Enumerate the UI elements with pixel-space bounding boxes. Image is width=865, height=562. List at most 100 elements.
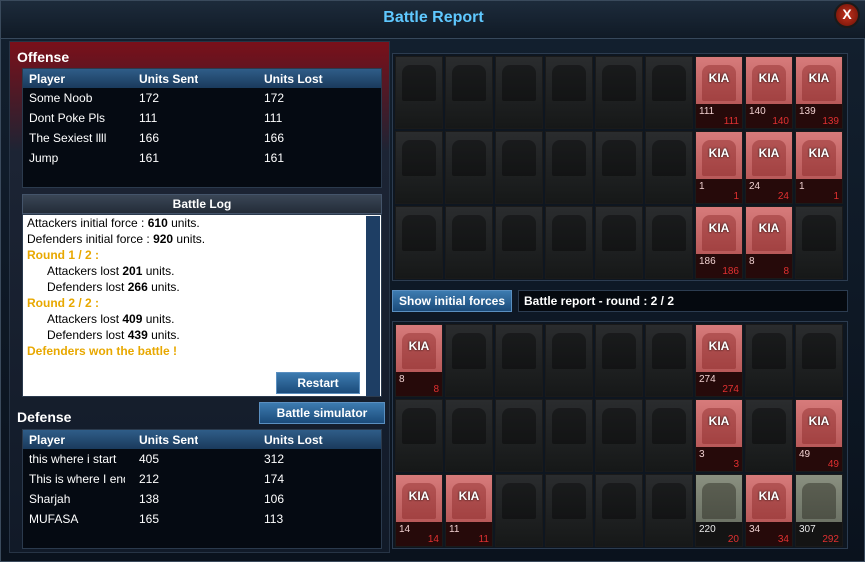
battle-simulator-button[interactable]: Battle simulator	[259, 402, 385, 424]
unit-silhouette-icon	[652, 333, 686, 369]
unit-cell[interactable]: 220 20	[695, 474, 743, 547]
units-lost-count: 34	[777, 534, 789, 545]
unit-silhouette-icon	[552, 333, 586, 369]
unit-cell[interactable]	[545, 474, 593, 547]
kia-label: KIA	[808, 71, 830, 85]
unit-silhouette-icon	[552, 408, 586, 444]
offense-table-header: Player Units Sent Units Lost	[23, 69, 381, 88]
unit-cell[interactable]	[495, 56, 543, 129]
unit-cell[interactable]	[645, 474, 693, 547]
unit-cell[interactable]: KIA 1 1	[695, 131, 743, 204]
unit-cell[interactable]	[545, 131, 593, 204]
unit-cell[interactable]	[595, 399, 643, 472]
unit-cell[interactable]: KIA 111 111	[695, 56, 743, 129]
table-row[interactable]: this where i start 405 312	[23, 449, 381, 469]
unit-cell[interactable]: 307 292	[795, 474, 843, 547]
player-name: This is where I end	[29, 472, 125, 486]
unit-cell[interactable]: KIA 1 1	[795, 131, 843, 204]
unit-cell[interactable]: KIA 8 8	[745, 206, 793, 279]
show-initial-forces-button[interactable]: Show initial forces	[392, 290, 512, 312]
table-row[interactable]: The Sexiest llll 166 166	[23, 128, 381, 148]
unit-cell[interactable]	[495, 324, 543, 397]
unit-cell[interactable]	[595, 474, 643, 547]
unit-cell[interactable]	[445, 131, 493, 204]
unit-cell[interactable]: KIA 3 3	[695, 399, 743, 472]
unit-grids-panel: KIA 111 111 KIA 140 140 KIA 139 139 KIA 1 1 KIA 24 24 K…	[392, 53, 848, 549]
log-value: 920	[153, 232, 174, 246]
units-sent-count: 8	[399, 374, 405, 385]
unit-cell[interactable]	[445, 206, 493, 279]
unit-cell[interactable]	[445, 324, 493, 397]
unit-cell[interactable]	[645, 131, 693, 204]
log-line: Defenders lost 439 units.	[47, 328, 180, 342]
unit-cell[interactable]	[495, 399, 543, 472]
log-suffix: units.	[167, 216, 200, 230]
log-suffix: :	[91, 248, 100, 262]
unit-cell[interactable]	[645, 399, 693, 472]
table-row[interactable]: Some Noob 172 172	[23, 88, 381, 108]
unit-cell[interactable]: KIA 186 186	[695, 206, 743, 279]
unit-cell[interactable]: KIA 49 49	[795, 399, 843, 472]
unit-cell[interactable]	[395, 206, 443, 279]
unit-cell[interactable]	[495, 131, 543, 204]
table-row[interactable]: Sharjah 138 106	[23, 489, 381, 509]
log-text: Defenders initial force :	[27, 232, 154, 246]
units-sent-count: 139	[799, 106, 816, 117]
unit-cell[interactable]	[445, 56, 493, 129]
unit-cell[interactable]	[795, 324, 843, 397]
units-sent-count: 3	[699, 449, 705, 460]
unit-cell[interactable]: KIA 139 139	[795, 56, 843, 129]
unit-silhouette-icon	[452, 333, 486, 369]
unit-cell[interactable]	[545, 324, 593, 397]
unit-cell[interactable]: KIA 34 34	[745, 474, 793, 547]
unit-silhouette-icon	[602, 408, 636, 444]
unit-cell[interactable]	[545, 56, 593, 129]
unit-cell[interactable]	[445, 399, 493, 472]
units-lost-count: 20	[727, 534, 739, 545]
units-lost: 111	[264, 111, 283, 125]
round-bar: Show initial forces Battle report - roun…	[392, 290, 848, 312]
unit-cell[interactable]	[395, 56, 443, 129]
kia-label: KIA	[408, 489, 430, 503]
unit-cell[interactable]: KIA 8 8	[395, 324, 443, 397]
unit-cell[interactable]	[495, 206, 543, 279]
unit-cell[interactable]	[645, 56, 693, 129]
units-sent-count: 307	[799, 524, 816, 535]
unit-silhouette-icon	[452, 215, 486, 251]
unit-cell[interactable]: KIA 11 11	[445, 474, 493, 547]
unit-cell[interactable]	[795, 206, 843, 279]
units-lost: 172	[264, 91, 285, 105]
log-text: Attackers lost	[47, 312, 123, 326]
unit-silhouette-icon	[602, 65, 636, 101]
unit-cell[interactable]	[595, 56, 643, 129]
offense-table: Player Units Sent Units Lost Some Noob 17…	[22, 68, 382, 188]
restart-button[interactable]: Restart	[276, 372, 360, 394]
kia-label: KIA	[758, 146, 780, 160]
table-row[interactable]: Dont Poke Pls 111 111	[23, 108, 381, 128]
unit-cell[interactable]: KIA 140 140	[745, 56, 793, 129]
unit-cell[interactable]	[595, 131, 643, 204]
unit-cell[interactable]	[495, 474, 543, 547]
unit-cell[interactable]	[595, 324, 643, 397]
unit-silhouette-icon	[652, 140, 686, 176]
unit-cell[interactable]	[595, 206, 643, 279]
battle-log-scrollbar[interactable]	[366, 216, 380, 396]
unit-cell[interactable]: KIA 274 274	[695, 324, 743, 397]
unit-cell[interactable]	[545, 206, 593, 279]
offense-heading: Offense	[17, 49, 70, 65]
unit-cell[interactable]: KIA 24 24	[745, 131, 793, 204]
table-row[interactable]: MUFASA 165 113	[23, 509, 381, 529]
log-suffix: units.	[147, 280, 180, 294]
table-row[interactable]: This is where I end 212 174	[23, 469, 381, 489]
unit-cell[interactable]	[645, 206, 693, 279]
unit-cell[interactable]	[645, 324, 693, 397]
unit-cell[interactable]	[395, 399, 443, 472]
unit-cell[interactable]	[745, 324, 793, 397]
unit-silhouette-icon	[602, 333, 636, 369]
close-icon[interactable]: X	[834, 2, 860, 28]
table-row[interactable]: Jump 161 161	[23, 148, 381, 168]
unit-cell[interactable]	[745, 399, 793, 472]
unit-cell[interactable]: KIA 14 14	[395, 474, 443, 547]
unit-cell[interactable]	[395, 131, 443, 204]
unit-cell[interactable]	[545, 399, 593, 472]
